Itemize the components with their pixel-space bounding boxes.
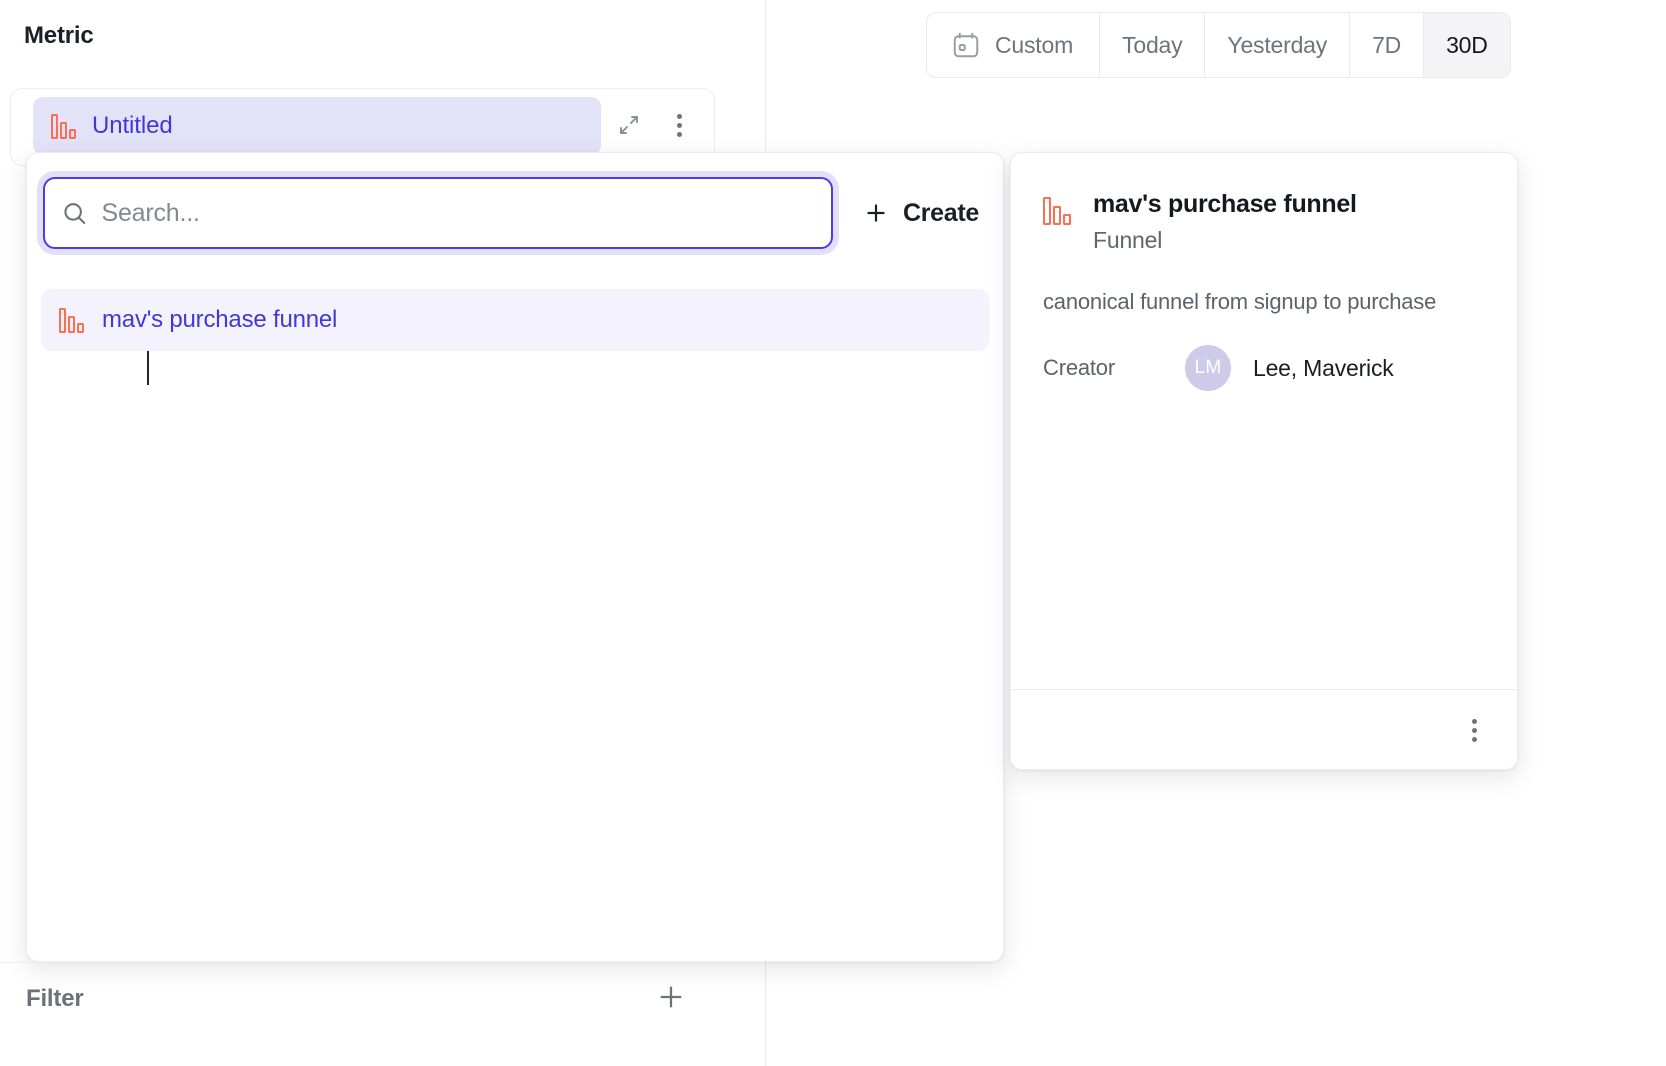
metric-detail-card: mav's purchase funnel Funnel canonical f… [1010,152,1518,770]
metric-kebab-menu-icon[interactable] [662,105,696,145]
app-root: Metric Untitled [0,0,1666,1066]
plus-icon [863,200,889,226]
text-cursor [147,349,149,385]
list-item[interactable]: mav's purchase funnel [41,289,989,351]
metric-section-label: Metric [24,22,94,50]
metric-pill-name: Untitled [92,112,173,140]
detail-card-subtitle: Funnel [1093,227,1357,254]
bar-chart-icon [1043,197,1071,225]
date-range-yesterday[interactable]: Yesterday [1205,13,1350,77]
collapse-arrows-icon[interactable] [612,105,646,145]
detail-card-title: mav's purchase funnel [1093,191,1357,219]
filter-section-label: Filter [26,985,83,1013]
plus-icon [655,981,687,1013]
metric-pill[interactable]: Untitled [33,97,601,155]
add-filter-button[interactable] [649,975,693,1019]
date-range-selector: Custom Today Yesterday 7D 30D [926,12,1511,78]
date-range-custom-label: Custom [995,32,1073,59]
detail-card-description: canonical funnel from signup to purchase [1043,289,1436,315]
detail-card-kebab-menu-icon[interactable] [1457,710,1491,750]
dropdown-item-list: mav's purchase funnel [41,289,989,351]
create-button[interactable]: Create [863,199,979,228]
avatar: LM [1185,345,1231,391]
filter-section: Filter [0,962,765,1066]
metric-actions [612,105,696,145]
date-range-today[interactable]: Today [1100,13,1205,77]
list-item-label: mav's purchase funnel [102,306,337,334]
bar-chart-icon [51,114,76,139]
calendar-icon [951,30,981,60]
date-range-custom[interactable]: Custom [927,13,1100,77]
detail-card-header: mav's purchase funnel Funnel [1043,191,1357,254]
date-range-7d[interactable]: 7D [1350,13,1424,77]
date-range-30d[interactable]: 30D [1424,13,1510,77]
detail-card-creator-row: Creator LM Lee, Maverick [1043,345,1394,391]
detail-card-footer [1011,690,1517,770]
search-icon [61,199,88,227]
search-field-wrapper[interactable] [43,177,833,249]
dropdown-search-row: Create [27,153,1003,273]
create-button-label: Create [903,199,979,228]
search-input[interactable] [102,199,816,228]
bar-chart-icon [59,308,84,333]
creator-name: Lee, Maverick [1253,355,1394,382]
metric-picker-dropdown: Create mav's purchase funnel [26,152,1004,962]
creator-label: Creator [1043,355,1185,381]
